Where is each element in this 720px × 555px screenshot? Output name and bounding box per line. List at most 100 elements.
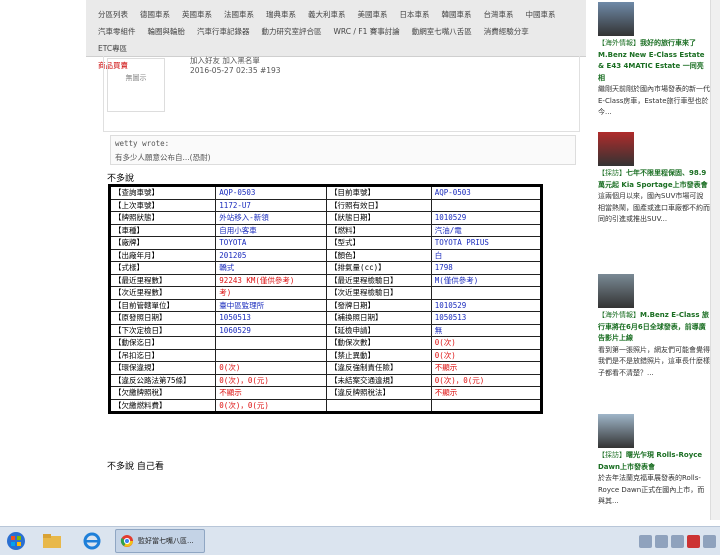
- nav-link[interactable]: 台灣車系: [484, 6, 514, 23]
- table-row: 【原發照日期】 1050513 【補換照日期】 1050513: [108, 311, 543, 325]
- table-row: 【吊扣迄日】 【禁止異動】 0(次): [108, 348, 543, 362]
- field-value: M(僅供參考): [430, 273, 543, 287]
- table-row: 【下次定檢日】 1060529 【延檢申請】無: [108, 323, 543, 337]
- field-value: 汽油/電: [430, 223, 543, 237]
- file-explorer-icon[interactable]: [40, 530, 64, 552]
- nav-link[interactable]: 義大利車系: [308, 6, 346, 23]
- news-thumbnail[interactable]: [598, 274, 634, 308]
- news-thumbnail[interactable]: [598, 2, 634, 36]
- nav-link[interactable]: 日本車系: [400, 6, 430, 23]
- field-value: 外站移入-新領: [215, 211, 328, 225]
- internet-explorer-icon[interactable]: [80, 530, 104, 552]
- news-thumbnail[interactable]: [598, 132, 634, 166]
- taskbar: 監好當七嘴八區...: [0, 526, 720, 555]
- nav-link[interactable]: 法國車系: [224, 6, 254, 23]
- field-label: 【發牌日期】: [326, 298, 432, 312]
- field-value: 0(次): [215, 361, 328, 375]
- field-value: 0(次): [430, 348, 543, 362]
- tray-icon[interactable]: [655, 534, 668, 548]
- table-row: 【動保迄日】 【動保次數】 0(次): [108, 336, 543, 350]
- field-value: [430, 198, 543, 212]
- post-actions[interactable]: 加入好友 加入黑名單: [190, 56, 281, 66]
- field-label: 【式樣】: [108, 261, 217, 275]
- field-label: 【違反公路法第75條】: [108, 373, 217, 387]
- field-label: 【延檢申請】: [326, 323, 432, 337]
- field-value: 201205: [215, 248, 328, 262]
- chrome-task-button[interactable]: 監好當七嘴八區...: [115, 529, 205, 553]
- table-row: 【查詢車號】 AQP-0503 【目前車號】 AQP-0503: [108, 185, 543, 200]
- field-value: 1172-U7: [215, 198, 328, 212]
- field-label: 【目前管轄單位】: [108, 298, 217, 312]
- news-tag: 【採訪】: [598, 451, 626, 459]
- field-label: 【吊扣迄日】: [108, 348, 217, 362]
- table-row: 【上次車號】 1172-U7 【行照有效日】: [108, 198, 543, 212]
- news-summary: 繼剛天前剛於國內市場發表的新一代E-Class房車，Estate旅行車型也於今.…: [598, 85, 710, 116]
- vehicle-record-table: 【查詢車號】 AQP-0503 【目前車號】 AQP-0503 【上次車號】 1172-U…: [108, 184, 543, 414]
- field-label: 【次近里程數】: [108, 286, 217, 300]
- field-label: 【原發照日期】: [108, 311, 217, 325]
- nav-link[interactable]: 英國車系: [182, 6, 212, 23]
- field-label: 【禁止異動】: [326, 348, 432, 362]
- vertical-scrollbar[interactable]: [710, 0, 720, 520]
- field-value: 92243 KM(僅供參考): [215, 273, 328, 287]
- nav-link[interactable]: 德國車系: [140, 6, 170, 23]
- post-timestamp: 2016-05-27 02:35 #193: [190, 66, 281, 75]
- nav-link[interactable]: ETC專區: [98, 40, 127, 57]
- field-label: 【顏色】: [326, 248, 432, 262]
- news-thumbnail[interactable]: [598, 414, 634, 448]
- field-label: 【補換照日期】: [326, 311, 432, 325]
- table-row: 【欠繳燃料費】 0(次)，0(元): [108, 398, 543, 413]
- tray-icon[interactable]: [671, 534, 684, 548]
- field-label: 【車種】: [108, 223, 217, 237]
- nav-link[interactable]: 瑞典車系: [266, 6, 296, 23]
- field-value: [430, 286, 543, 300]
- nav-link[interactable]: 動網室七嘴八舌區: [412, 23, 472, 40]
- nav-link[interactable]: 韓國車系: [442, 6, 472, 23]
- tray-icon[interactable]: [687, 534, 700, 548]
- field-label: 【動保次數】: [326, 336, 432, 350]
- tray-icon[interactable]: [703, 534, 716, 548]
- field-value: 不顯示: [430, 386, 543, 400]
- field-value: 1010529: [430, 298, 543, 312]
- nav-link[interactable]: 汽車行車記錄器: [197, 23, 250, 40]
- field-label: 【查詢車號】: [108, 185, 217, 200]
- news-tag: 【採訪】: [598, 169, 626, 177]
- nav-link[interactable]: WRC / F1 賽事討論: [334, 23, 400, 40]
- field-label: 【動保迄日】: [108, 336, 217, 350]
- nav-link[interactable]: 汽車零組件: [98, 23, 136, 40]
- field-value: 1798: [430, 261, 543, 275]
- field-value: 0(次)，0(元): [215, 373, 328, 387]
- field-label: 【最近里程檢驗日】: [326, 273, 432, 287]
- field-value: AQP-0503: [430, 185, 543, 200]
- nav-link[interactable]: 消費經驗分享: [484, 23, 529, 40]
- nav-link[interactable]: 輪圈與輪胎: [148, 23, 186, 40]
- field-value: 考): [215, 286, 328, 300]
- table-row: 【車種】 自用小客車 【燃料】 汽油/電: [108, 223, 543, 237]
- field-label: 【環保違規】: [108, 361, 217, 375]
- table-row: 【式樣】 轎式 【排氣量(cc)】 1798: [108, 261, 543, 275]
- nav-row-2: 汽車零組件 輪圈與輪胎 汽車行車記錄器 動力研究室評合區 WRC / F1 賽事討論 動網…: [86, 23, 586, 57]
- right-sidebar: 【海外情報】我好的旅行車來了 M.Benz New E-Class Estate…: [590, 0, 720, 520]
- table-row: 【牌照狀態】 外站移入-新領 【狀態日期】 1010529: [108, 211, 543, 225]
- task-label: 監好當七嘴八區...: [138, 537, 194, 545]
- post-meta: 加入好友 加入黑名單 2016-05-27 02:35 #193: [190, 56, 281, 76]
- field-value: 1060529: [215, 323, 328, 337]
- nav-link[interactable]: 動力研究室評合區: [262, 23, 322, 40]
- nav-link[interactable]: 分區列表: [98, 6, 128, 23]
- field-value: 轎式: [215, 261, 328, 275]
- start-button[interactable]: [4, 530, 28, 552]
- nav-link[interactable]: 美國車系: [358, 6, 388, 23]
- field-label: 【最近里程數】: [108, 273, 217, 287]
- field-value: TOYOTA PRIUS: [430, 236, 543, 250]
- field-label: 【上次車號】: [108, 198, 217, 212]
- tray-icon[interactable]: [639, 534, 652, 548]
- field-label: 【廠牌】: [108, 236, 217, 250]
- news-summary: 於去年法蘭克福車展發表的Rolls-Royce Dawn正式在國內上市，而與其.…: [598, 474, 705, 505]
- news-tag: 【海外情報】: [598, 39, 640, 47]
- table-row: 【環保違規】 0(次) 【違反強制責任險】 不顯示: [108, 361, 543, 375]
- nav-link[interactable]: 中國車系: [526, 6, 556, 23]
- field-label: 【違反強制責任險】: [326, 361, 432, 375]
- news-tag: 【海外情報】: [598, 311, 640, 319]
- field-label: 【違反牌照稅法】: [326, 386, 432, 400]
- forum-category-nav: 分區列表 德國車系 英國車系 法國車系 瑞典車系 義大利車系 美國車系 日本車系 韓國車系 台灣車…: [86, 0, 586, 70]
